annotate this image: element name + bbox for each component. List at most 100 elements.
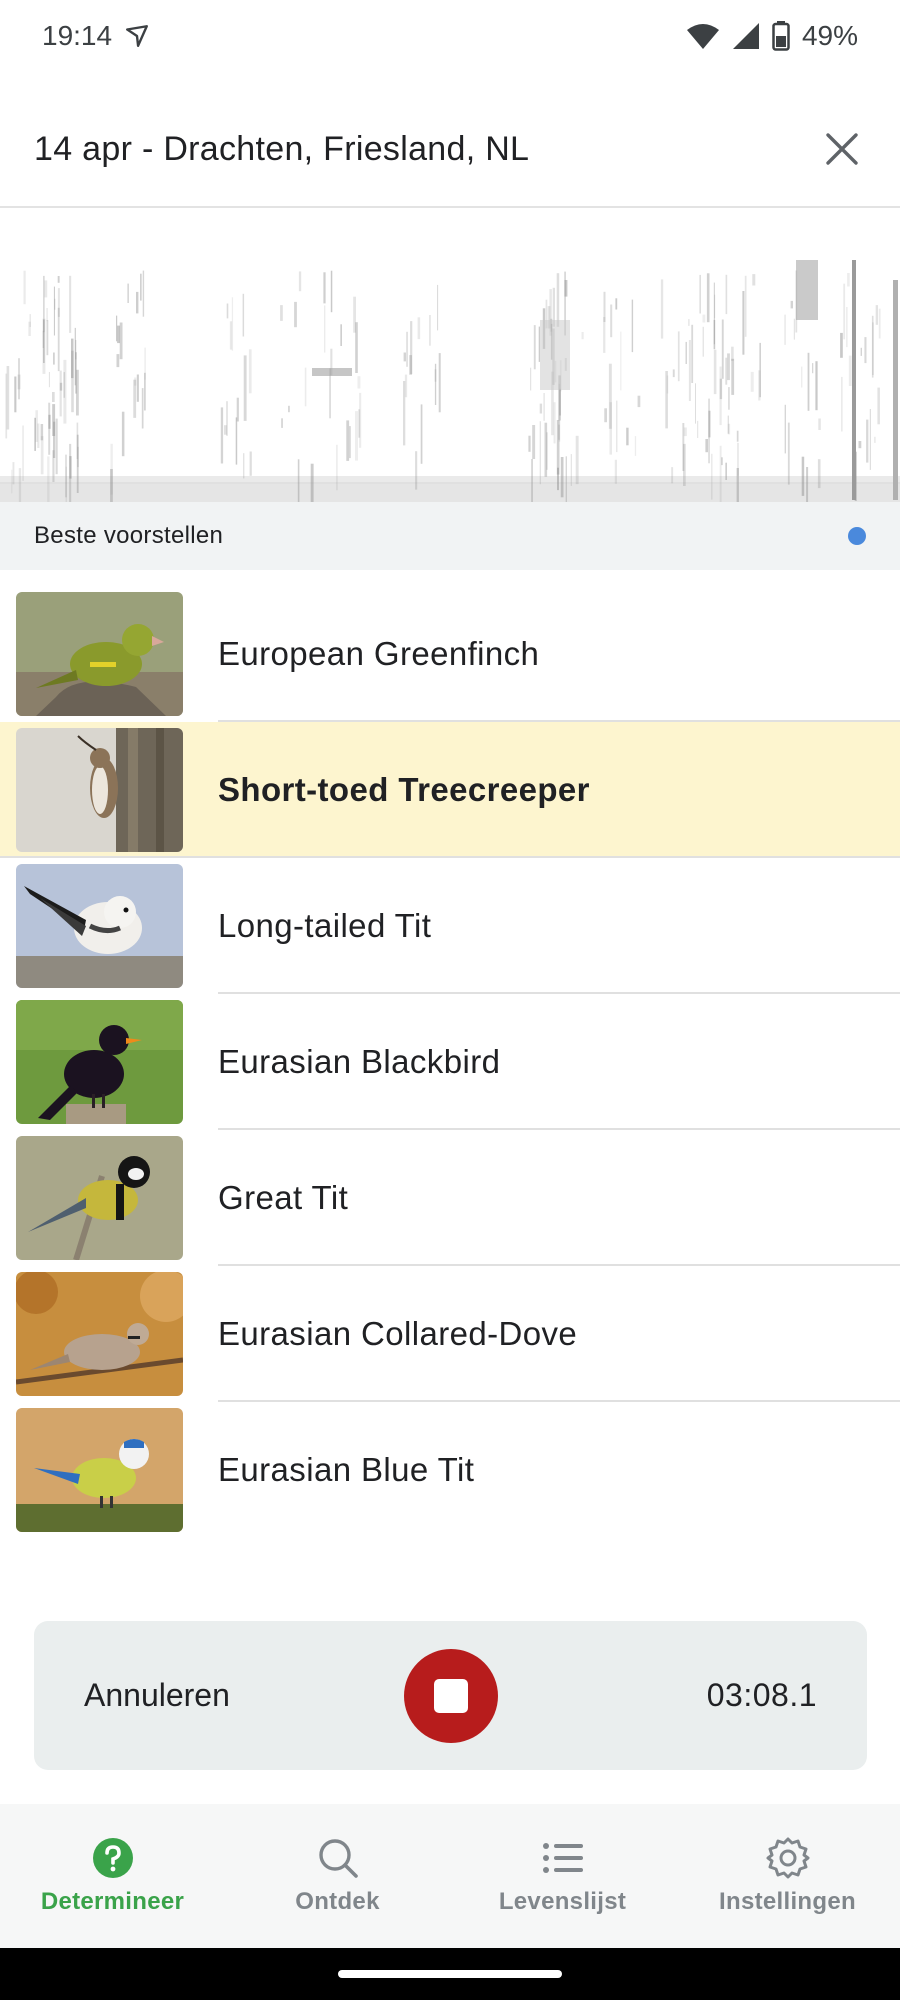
search-icon xyxy=(318,1839,358,1878)
species-photo xyxy=(16,864,183,988)
spectrogram-streak xyxy=(688,319,690,326)
species-list: European Greenfinch Short-toed Treecreep… xyxy=(0,586,900,1538)
species-row[interactable]: Eurasian Blackbird xyxy=(0,994,900,1130)
spectrogram-streak xyxy=(695,383,696,424)
spectrogram-streak xyxy=(224,425,227,435)
spectrogram-streak xyxy=(807,352,810,411)
status-left: 19:14 xyxy=(42,20,150,52)
stop-icon xyxy=(434,1679,468,1713)
spectrogram-streak xyxy=(631,299,634,353)
spectrogram-streak xyxy=(727,353,730,381)
spectrogram-streak xyxy=(119,322,123,360)
spectrogram-streak xyxy=(76,422,79,459)
species-row[interactable]: Eurasian Blue Tit xyxy=(0,1402,900,1538)
spectrogram-streak xyxy=(71,338,74,379)
spectrogram-streak xyxy=(806,467,809,502)
nav-item-ontdek[interactable]: Ontdek xyxy=(225,1836,450,1916)
listening-indicator-dot xyxy=(848,527,866,545)
spectrogram-streak xyxy=(744,275,747,337)
spectrogram-streak xyxy=(784,404,786,454)
spectrogram-streak xyxy=(665,371,668,429)
spectrogram-streak xyxy=(721,457,723,466)
spectrogram-streak xyxy=(864,337,867,364)
spectrogram-streak xyxy=(683,443,686,486)
spectrogram-streak xyxy=(533,325,536,370)
spectrogram-streak xyxy=(43,275,45,333)
spectrogram-streak xyxy=(44,280,48,298)
spectrogram-streak xyxy=(858,441,862,449)
spectrogram-streak xyxy=(121,411,125,457)
species-row-highlighted[interactable]: Short-toed Treecreeper xyxy=(0,722,900,858)
spectrogram-streak xyxy=(243,453,245,479)
spectrogram-streak xyxy=(565,456,567,502)
spectrogram-streak xyxy=(40,436,44,475)
spectrogram-streak xyxy=(298,271,302,292)
spectrogram-streak xyxy=(357,376,361,389)
cancel-button[interactable]: Annuleren xyxy=(84,1677,230,1714)
spectrogram-streak xyxy=(69,275,72,333)
spectrogram-streak xyxy=(18,468,22,502)
nav-item-instellingen[interactable]: Instellingen xyxy=(675,1836,900,1916)
species-photo xyxy=(16,1136,183,1260)
status-bar: 19:14 49% xyxy=(0,0,900,72)
spectrogram-streak xyxy=(65,454,67,498)
spectrogram-streak xyxy=(581,332,584,340)
spectrogram-streak xyxy=(801,366,803,388)
spectrogram-streak xyxy=(406,331,408,367)
species-name: Short-toed Treecreeper xyxy=(218,771,590,808)
spectrogram-streak xyxy=(358,409,361,438)
spectrogram-streak xyxy=(713,282,715,345)
nav-item-determineer[interactable]: Determineer xyxy=(0,1836,225,1916)
species-row[interactable]: Eurasian Collared-Dove xyxy=(0,1266,900,1402)
spectrogram-streak xyxy=(248,349,252,394)
species-photo xyxy=(16,592,183,716)
spectrogram-streak xyxy=(63,359,67,424)
spectrogram-streak xyxy=(731,358,735,395)
spectrogram-streak xyxy=(557,467,559,491)
home-indicator[interactable] xyxy=(338,1970,562,1978)
spectrogram-streak xyxy=(877,387,880,425)
spectrogram-streak xyxy=(355,411,358,461)
spectrogram-streak xyxy=(136,374,139,402)
species-photo xyxy=(16,1000,183,1124)
spectrogram-streak xyxy=(874,436,876,443)
spectrogram-streak xyxy=(727,423,731,435)
spectrogram-streak xyxy=(793,318,795,340)
spectrogram-streak xyxy=(719,445,722,502)
spectrogram-streak xyxy=(235,417,238,465)
spectrogram-streak xyxy=(752,274,756,286)
recording-timer: 03:08.1 xyxy=(706,1677,817,1713)
spectrogram-streak xyxy=(742,291,745,355)
species-row[interactable]: Great Tit xyxy=(0,1130,900,1266)
spectrogram-streak xyxy=(40,424,44,441)
spectrogram-streak xyxy=(556,273,560,327)
spectrogram-streak xyxy=(531,459,533,502)
species-row[interactable]: European Greenfinch xyxy=(0,586,900,722)
spectrogram-streak xyxy=(340,324,342,346)
spectrogram-streak xyxy=(705,439,708,453)
spectrogram-streak xyxy=(616,400,618,453)
spectrogram-streak xyxy=(346,420,350,461)
spectrogram-streak xyxy=(46,308,48,322)
nav-item-levenslijst[interactable]: Levenslijst xyxy=(450,1836,675,1916)
spectrogram-streak xyxy=(243,355,247,421)
spectrogram-streak xyxy=(812,363,814,374)
spectrogram-streak xyxy=(869,409,871,470)
stop-recording-button[interactable] xyxy=(404,1649,498,1743)
spectrogram-streak xyxy=(708,398,710,464)
nav-label: Determineer xyxy=(40,1888,185,1915)
spectrogram-streak xyxy=(706,273,710,323)
spectrogram-streak xyxy=(637,395,641,408)
spectrogram-streak xyxy=(610,304,613,338)
spectrogram-streak xyxy=(697,420,699,438)
close-button[interactable] xyxy=(818,125,866,173)
spectrogram-streak xyxy=(55,418,58,475)
spectrogram-streak xyxy=(220,407,224,464)
spectrogram-streak xyxy=(543,393,545,421)
spectrogram-streak xyxy=(310,463,314,502)
spectrogram-streak xyxy=(23,270,26,305)
species-name: Eurasian Blue Tit xyxy=(218,1451,475,1488)
species-row[interactable]: Long-tailed Tit xyxy=(0,858,900,994)
spectrogram-streak xyxy=(281,418,283,428)
spectrogram-streak xyxy=(815,361,818,411)
